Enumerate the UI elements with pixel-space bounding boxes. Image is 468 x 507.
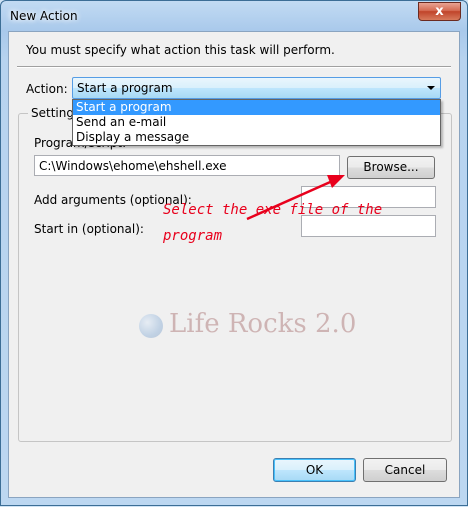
arrow-head <box>327 175 345 188</box>
dialog-window: New Action x You must specify what actio… <box>0 0 468 506</box>
annotation-line-1: Select the exe file of the <box>163 202 383 218</box>
annotation-text: Select the exe file of the program <box>163 197 383 249</box>
annotation-line-2: program <box>163 228 223 244</box>
annotation-arrow <box>246 175 345 221</box>
